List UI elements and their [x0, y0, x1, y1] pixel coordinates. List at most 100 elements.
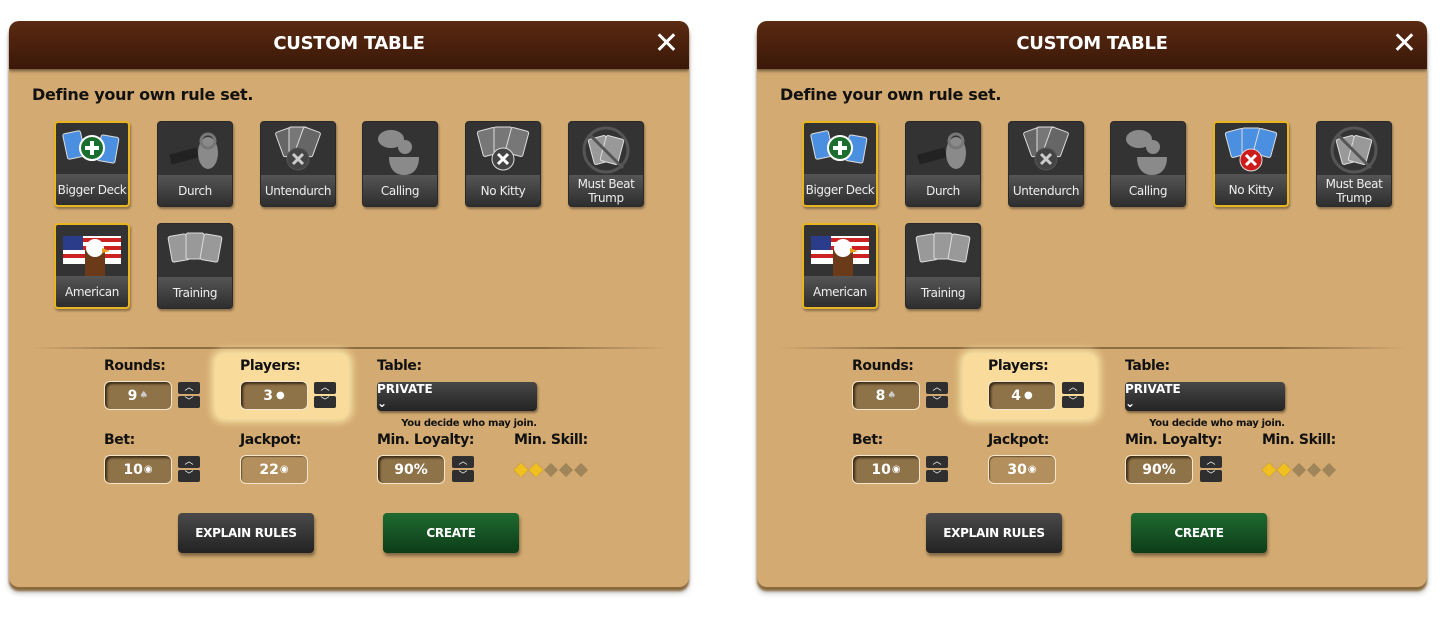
- rule-tile-no-kitty[interactable]: No Kitty: [1213, 121, 1289, 207]
- loyalty-stepper-down-icon[interactable]: ﹀: [1200, 470, 1222, 482]
- players-field[interactable]: 4 ●: [988, 381, 1056, 410]
- table-type-dropdown[interactable]: PRIVATE ⌄: [377, 382, 537, 411]
- bet-stepper-down-icon[interactable]: ﹀: [926, 470, 948, 482]
- jackpot-label: Jackpot:: [240, 432, 301, 448]
- speech-person-icon: [1111, 126, 1185, 175]
- table-icon: ♠: [139, 390, 149, 401]
- rounds-stepper-up-icon[interactable]: ︿: [926, 382, 948, 394]
- rule-tile-untendurch[interactable]: Untendurch: [1008, 121, 1084, 207]
- rule-tile-training[interactable]: Training: [905, 223, 981, 309]
- rule-label: Must Beat Trump: [1317, 175, 1391, 206]
- rule-tile-durch[interactable]: Durch: [905, 121, 981, 207]
- min-skill-label: Min. Skill:: [514, 432, 588, 448]
- bet-value: 10: [123, 461, 143, 478]
- skill-diamond-icon[interactable]: [1321, 462, 1337, 478]
- table-hint: You decide who may join.: [1149, 418, 1285, 429]
- skill-diamond-icon[interactable]: [543, 462, 559, 478]
- skill-diamond-icon[interactable]: [558, 462, 574, 478]
- rounds-value: 9: [127, 387, 138, 404]
- players-stepper-down-icon[interactable]: ﹀: [314, 396, 336, 408]
- min-skill-rating[interactable]: [513, 462, 589, 478]
- bet-stepper-down-icon[interactable]: ﹀: [178, 470, 200, 482]
- players-stepper[interactable]: ︿ ﹀: [1062, 382, 1084, 410]
- loyalty-stepper-up-icon[interactable]: ︿: [452, 456, 474, 468]
- rule-tile-untendurch[interactable]: Untendurch: [260, 121, 336, 207]
- explain-rules-button[interactable]: EXPLAIN RULES: [926, 513, 1062, 553]
- bet-stepper-up-icon[interactable]: ︿: [178, 456, 200, 468]
- loyalty-stepper-down-icon[interactable]: ﹀: [452, 470, 474, 482]
- subtitle: Define your own rule set.: [32, 85, 254, 104]
- players-stepper-down-icon[interactable]: ﹀: [1062, 396, 1084, 408]
- min-loyalty-value: 90%: [394, 461, 428, 478]
- jackpot-value: 22: [259, 461, 279, 478]
- dialog-title: CUSTOM TABLE: [273, 33, 425, 54]
- bet-field[interactable]: 10 ◉: [852, 455, 920, 484]
- table-hint: You decide who may join.: [401, 418, 537, 429]
- custom-table-dialog: CUSTOM TABLE ✕ Define your own rule set. Bi…: [757, 21, 1427, 587]
- close-icon[interactable]: ✕: [1392, 29, 1417, 59]
- loyalty-stepper-up-icon[interactable]: ︿: [1200, 456, 1222, 468]
- rounds-field[interactable]: 8 ♠: [852, 381, 920, 410]
- subtitle: Define your own rule set.: [780, 85, 1002, 104]
- rounds-stepper[interactable]: ︿ ﹀: [178, 382, 200, 410]
- min-loyalty-field[interactable]: 90%: [1125, 455, 1193, 484]
- skill-diamond-icon[interactable]: [513, 462, 529, 478]
- chip-icon: ◉: [279, 464, 289, 475]
- players-stepper-up-icon[interactable]: ︿: [1062, 382, 1084, 394]
- skill-diamond-icon[interactable]: [1306, 462, 1322, 478]
- players-stepper[interactable]: ︿ ﹀: [314, 382, 336, 410]
- rounds-stepper-down-icon[interactable]: ﹀: [178, 396, 200, 408]
- rule-tile-must-beat-trump[interactable]: Must Beat Trump: [568, 121, 644, 207]
- bet-label: Bet:: [104, 432, 135, 448]
- rule-tile-bigger-deck[interactable]: Bigger Deck: [54, 121, 130, 207]
- jackpot-value: 30: [1007, 461, 1027, 478]
- dialog-title: CUSTOM TABLE: [1016, 33, 1168, 54]
- table-type-dropdown[interactable]: PRIVATE ⌄: [1125, 382, 1285, 411]
- rule-tile-training[interactable]: Training: [157, 223, 233, 309]
- bet-stepper-up-icon[interactable]: ︿: [926, 456, 948, 468]
- players-stepper-up-icon[interactable]: ︿: [314, 382, 336, 394]
- explain-rules-button[interactable]: EXPLAIN RULES: [178, 513, 314, 553]
- rule-tile-no-kitty[interactable]: No Kitty: [465, 121, 541, 207]
- rule-tile-american[interactable]: American: [54, 223, 130, 309]
- skill-diamond-icon[interactable]: [528, 462, 544, 478]
- create-button[interactable]: CREATE: [383, 513, 519, 553]
- rounds-field[interactable]: 9 ♠: [104, 381, 172, 410]
- rule-tile-calling[interactable]: Calling: [1110, 121, 1186, 207]
- section-divider: [29, 347, 669, 349]
- no-kitty-icon: [1215, 127, 1287, 175]
- rounds-stepper-up-icon[interactable]: ︿: [178, 382, 200, 394]
- rule-tile-bigger-deck[interactable]: Bigger Deck: [802, 121, 878, 207]
- create-button[interactable]: CREATE: [1131, 513, 1267, 553]
- players-label: Players:: [988, 358, 1049, 374]
- min-skill-rating[interactable]: [1261, 462, 1337, 478]
- loyalty-stepper[interactable]: ︿ ﹀: [1200, 456, 1222, 484]
- rule-label: No Kitty: [466, 175, 540, 206]
- table-icon: ♠: [887, 390, 897, 401]
- players-label: Players:: [240, 358, 301, 374]
- rule-tile-must-beat-trump[interactable]: Must Beat Trump: [1316, 121, 1392, 207]
- skill-diamond-icon[interactable]: [1261, 462, 1277, 478]
- bet-stepper[interactable]: ︿ ﹀: [178, 456, 200, 484]
- rounds-stepper[interactable]: ︿ ﹀: [926, 382, 948, 410]
- players-field[interactable]: 3 ●: [240, 381, 308, 410]
- table-label: Table:: [377, 358, 422, 374]
- rounds-label: Rounds:: [852, 358, 914, 374]
- rule-tile-calling[interactable]: Calling: [362, 121, 438, 207]
- rule-tile-durch[interactable]: Durch: [157, 121, 233, 207]
- skill-diamond-icon[interactable]: [1276, 462, 1292, 478]
- bet-label: Bet:: [852, 432, 883, 448]
- cards-x-icon: [1009, 126, 1083, 174]
- section-divider: [777, 347, 1407, 349]
- skill-diamond-icon[interactable]: [1291, 462, 1307, 478]
- loyalty-stepper[interactable]: ︿ ﹀: [452, 456, 474, 484]
- bet-field[interactable]: 10 ◉: [104, 455, 172, 484]
- speech-person-icon: [363, 126, 437, 175]
- close-icon[interactable]: ✕: [654, 29, 679, 59]
- min-loyalty-field[interactable]: 90%: [377, 455, 445, 484]
- skill-diamond-icon[interactable]: [573, 462, 589, 478]
- bet-value: 10: [871, 461, 891, 478]
- rounds-stepper-down-icon[interactable]: ﹀: [926, 396, 948, 408]
- bet-stepper[interactable]: ︿ ﹀: [926, 456, 948, 484]
- rule-tile-american[interactable]: American: [802, 223, 878, 309]
